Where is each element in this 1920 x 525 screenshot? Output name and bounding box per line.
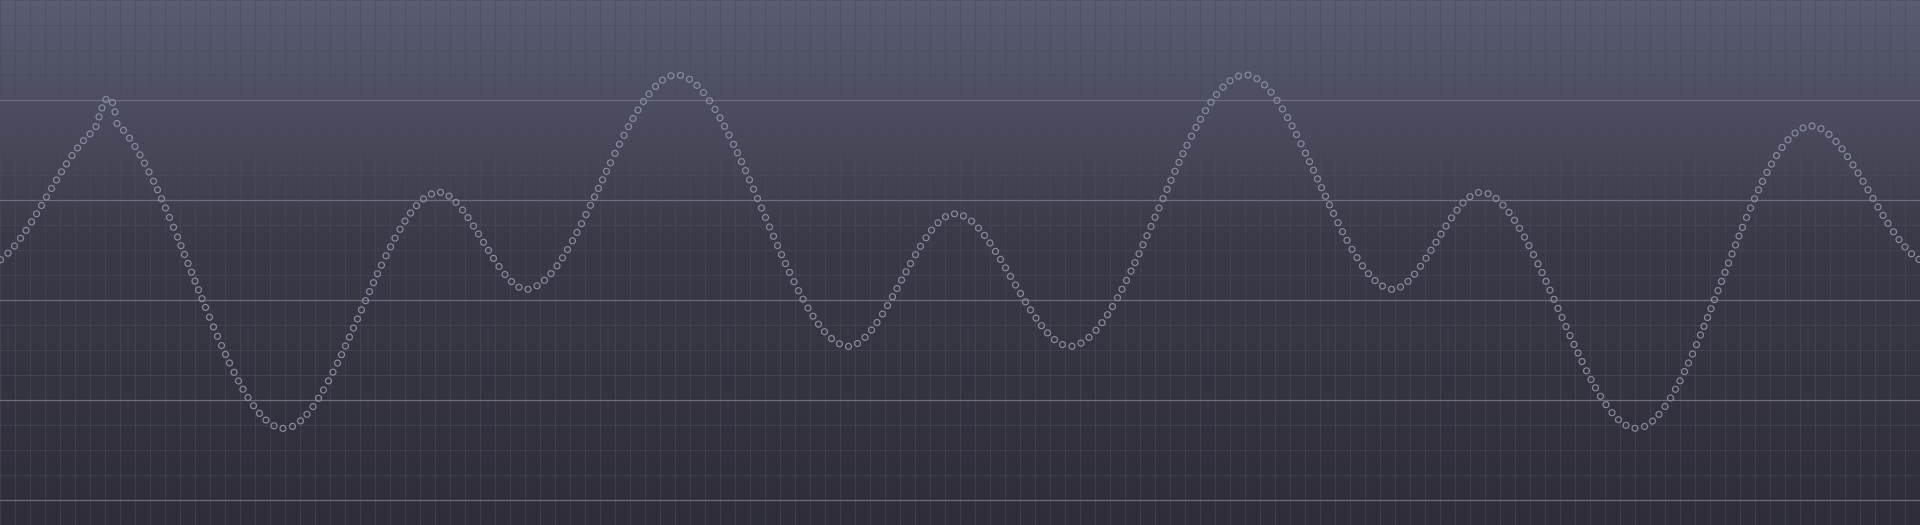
- waveform-plot-area: [0, 0, 1920, 525]
- waveform-chart: [0, 0, 1920, 525]
